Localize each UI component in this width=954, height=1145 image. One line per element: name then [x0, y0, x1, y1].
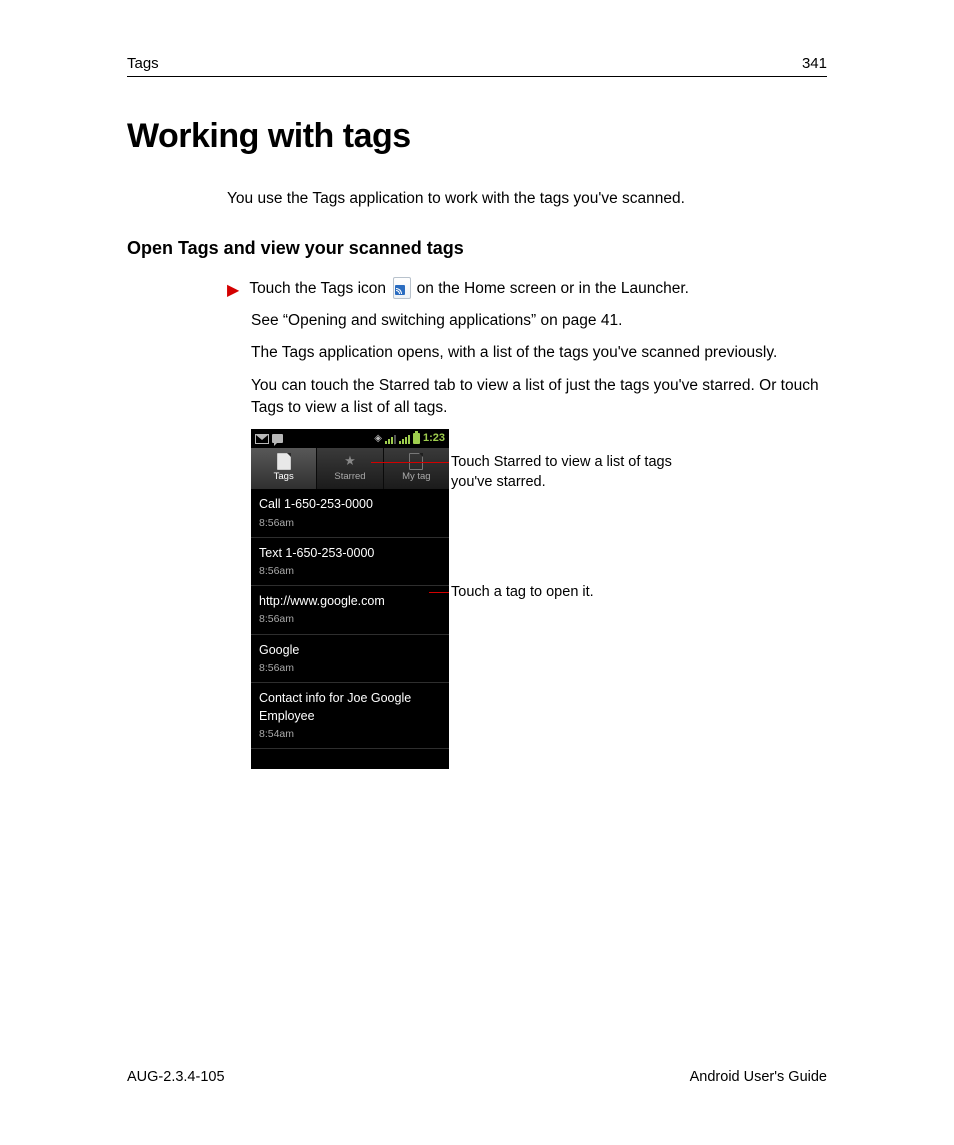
list-item[interactable]: http://www.google.com 8:56am: [251, 586, 449, 634]
intro-text: You use the Tags application to work wit…: [227, 190, 827, 208]
callout-open-text: Touch a tag to open it.: [449, 583, 594, 603]
phone-screenshot: ◈ 1:23 Tags ★ Starred: [251, 429, 449, 769]
tab-mytag-label: My tag: [402, 470, 431, 484]
tab-starred[interactable]: ★ Starred: [317, 448, 383, 489]
clock: 1:23: [423, 431, 445, 447]
para-1: See “Opening and switching applications”…: [251, 310, 827, 332]
star-icon: ★: [342, 455, 358, 469]
para-2: The Tags application opens, with a list …: [251, 342, 827, 364]
tags-list: Call 1-650-253-0000 8:56am Text 1-650-25…: [251, 489, 449, 769]
callout-line-icon: [429, 592, 449, 593]
list-filler: [251, 749, 449, 769]
list-item-time: 8:54am: [259, 727, 441, 742]
tab-starred-label: Starred: [334, 470, 365, 484]
list-item-title: Text 1-650-253-0000: [259, 544, 441, 562]
step-pre: Touch the Tags icon: [249, 280, 390, 297]
tab-tags-label: Tags: [274, 470, 294, 484]
callout-starred: Touch Starred to view a list of tags you…: [449, 453, 681, 492]
list-item-title: Contact info for Joe Google Employee: [259, 689, 441, 725]
page: Tags 341 Working with tags You use the T…: [127, 55, 827, 769]
list-item-title: http://www.google.com: [259, 592, 441, 610]
page-footer: AUG-2.3.4-105 Android User's Guide: [127, 1069, 827, 1085]
tab-mytag[interactable]: My tag: [384, 448, 449, 489]
list-item-time: 8:56am: [259, 516, 441, 531]
battery-icon: [413, 433, 420, 444]
tab-bar: Tags ★ Starred My tag: [251, 448, 449, 489]
gps-icon: ◈: [374, 432, 382, 447]
list-item-time: 8:56am: [259, 564, 441, 579]
page-title: Working with tags: [127, 117, 827, 156]
para-3: You can touch the Starred tab to view a …: [251, 375, 827, 420]
step-1: ▶ Touch the Tags icon on the Home screen…: [227, 277, 827, 304]
subheading: Open Tags and view your scanned tags: [127, 238, 827, 259]
list-item-title: Call 1-650-253-0000: [259, 495, 441, 513]
header-page: 341: [802, 55, 827, 72]
screenshot-with-callouts: ◈ 1:23 Tags ★ Starred: [251, 429, 827, 769]
tags-tab-icon: [276, 455, 292, 469]
list-item[interactable]: Contact info for Joe Google Employee 8:5…: [251, 683, 449, 749]
message-icon: [272, 434, 283, 443]
list-item-time: 8:56am: [259, 661, 441, 676]
step-text: Touch the Tags icon on the Home screen o…: [249, 277, 689, 300]
tags-app-icon: [392, 277, 410, 297]
status-left: [255, 434, 283, 444]
list-item[interactable]: Text 1-650-253-0000 8:56am: [251, 538, 449, 586]
callout-line-icon: [371, 462, 449, 463]
cell-signal-icon: [399, 434, 410, 444]
data-signal-icon: [385, 434, 396, 444]
email-icon: [255, 434, 269, 444]
running-header: Tags 341: [127, 55, 827, 77]
body: ▶ Touch the Tags icon on the Home screen…: [227, 277, 827, 769]
status-bar: ◈ 1:23: [251, 429, 449, 448]
callout-open: Touch a tag to open it.: [449, 583, 594, 603]
header-section: Tags: [127, 55, 159, 72]
footer-left: AUG-2.3.4-105: [127, 1069, 225, 1085]
step-sub: See “Opening and switching applications”…: [251, 310, 827, 420]
step-post: on the Home screen or in the Launcher.: [417, 280, 689, 297]
list-item-time: 8:56am: [259, 612, 441, 627]
list-item[interactable]: Google 8:56am: [251, 635, 449, 683]
callout-starred-text: Touch Starred to view a list of tags you…: [449, 453, 681, 492]
list-item[interactable]: Call 1-650-253-0000 8:56am: [251, 489, 449, 537]
status-right: ◈ 1:23: [374, 431, 445, 447]
bullet-arrow-icon: ▶: [227, 278, 239, 304]
footer-right: Android User's Guide: [690, 1069, 827, 1085]
list-item-title: Google: [259, 641, 441, 659]
tab-tags[interactable]: Tags: [251, 448, 317, 489]
